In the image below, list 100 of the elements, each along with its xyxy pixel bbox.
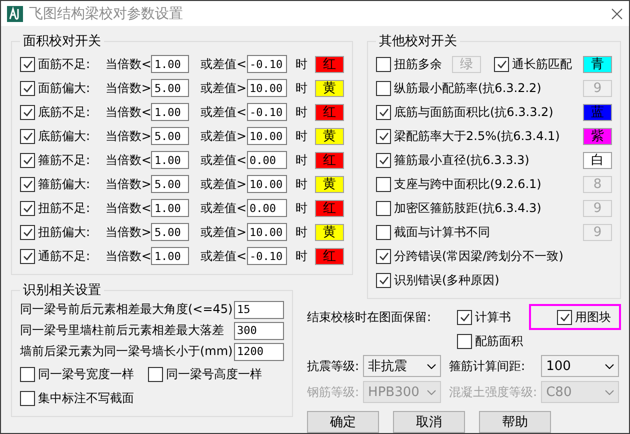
input-field[interactable]: 1.00 — [151, 103, 190, 121]
checkbox[interactable] — [20, 56, 35, 72]
color-swatch[interactable]: 青 — [583, 56, 612, 72]
checkmark-icon — [22, 252, 32, 260]
color-swatch[interactable]: 黄 — [315, 224, 344, 240]
close-icon[interactable] — [611, 8, 623, 20]
unit-label: 时 — [296, 200, 308, 216]
checkbox-label[interactable]: 同一梁号宽度一样 — [38, 366, 134, 382]
checkbox-label[interactable]: 扭筋偏大: — [38, 224, 106, 240]
checkbox-label[interactable]: 箍筋最小直径(抗6.3.3.3) — [394, 152, 583, 168]
checkbox[interactable] — [376, 200, 391, 216]
checkbox-label[interactable]: 用图块 — [575, 308, 611, 326]
input-field[interactable]: 5.00 — [151, 79, 190, 97]
difference-label: 或差值< — [200, 56, 246, 72]
checkbox-label[interactable]: 集中标注不写截面 — [38, 390, 134, 406]
input-field[interactable]: 10.00 — [246, 223, 286, 241]
color-swatch[interactable]: 白 — [583, 152, 612, 168]
checkbox[interactable] — [20, 80, 35, 96]
input-field[interactable]: -0.10 — [246, 247, 286, 265]
color-swatch[interactable]: 黄 — [315, 176, 344, 192]
checkbox-label[interactable]: 同一梁号高度一样 — [166, 366, 262, 382]
input-field[interactable]: 1.00 — [151, 247, 190, 265]
checkbox[interactable] — [20, 128, 35, 144]
checkbox[interactable] — [20, 224, 35, 240]
checkbox[interactable] — [557, 310, 572, 324]
checkbox-label[interactable]: 计算书 — [475, 308, 511, 326]
dropdown[interactable]: 100 — [541, 355, 620, 377]
checkmark-icon — [22, 84, 32, 92]
dropdown[interactable]: 非抗震 — [363, 355, 442, 377]
dialog-button[interactable]: 取消 — [393, 411, 465, 433]
checkbox-label[interactable]: 底筋不足: — [38, 104, 106, 120]
input-field[interactable]: 1200 — [234, 342, 284, 360]
color-swatch[interactable]: 红 — [315, 200, 344, 216]
checkbox-label[interactable]: 配筋面积 — [475, 332, 523, 350]
checkbox[interactable] — [148, 366, 163, 382]
input-field[interactable]: 0.00 — [246, 199, 286, 217]
checkbox-label[interactable]: 支座与跨中面积比(9.2.6.1) — [394, 176, 583, 192]
input-field[interactable]: 10.00 — [246, 175, 286, 193]
input-field[interactable]: 5.00 — [151, 175, 190, 193]
checkbox-label[interactable]: 通长筋匹配 — [512, 56, 583, 72]
input-field[interactable]: 1.00 — [151, 151, 190, 169]
checkbox[interactable] — [376, 128, 391, 144]
dialog-button[interactable]: 帮助 — [479, 411, 551, 433]
input-field[interactable]: -0.10 — [246, 55, 286, 73]
color-swatch[interactable]: 黄 — [315, 80, 344, 96]
input-field[interactable]: 1.00 — [151, 55, 190, 73]
unit-label: 时 — [296, 128, 308, 144]
checkbox-label[interactable]: 扭筋多余 — [394, 56, 452, 72]
checkbox[interactable] — [20, 248, 35, 264]
checkbox[interactable] — [20, 104, 35, 120]
checkbox[interactable] — [376, 224, 391, 240]
setting-label: 同一梁号里墙柱前后元素相差最大落差 — [20, 322, 225, 339]
checkbox-label[interactable]: 加密区箍筋肢距(抗6.3.4.3) — [394, 200, 583, 216]
input-field[interactable]: 10.00 — [246, 79, 286, 97]
color-swatch[interactable]: 紫 — [583, 128, 612, 144]
checkbox[interactable] — [20, 200, 35, 216]
input-field[interactable]: 10.00 — [246, 127, 286, 145]
checkbox[interactable] — [457, 334, 472, 348]
input-field[interactable]: 0.00 — [246, 151, 286, 169]
checkbox-label[interactable]: 面筋不足: — [38, 56, 106, 72]
input-field[interactable]: -0.10 — [246, 103, 286, 121]
checkbox[interactable] — [376, 80, 391, 96]
checkbox-label[interactable]: 扭筋不足: — [38, 200, 106, 216]
color-swatch[interactable]: 红 — [315, 56, 344, 72]
checkbox[interactable] — [376, 272, 391, 288]
input-field[interactable]: 300 — [234, 322, 284, 340]
checkbox[interactable] — [20, 390, 35, 406]
checkbox[interactable] — [20, 176, 35, 192]
input-field[interactable]: 5.00 — [151, 223, 190, 241]
chevron-down-icon — [427, 364, 436, 368]
checkbox-label[interactable]: 底筋偏大: — [38, 128, 106, 144]
checkbox-label[interactable]: 底筋与面筋面积比(抗6.3.3.2) — [394, 104, 583, 120]
checkbox-label[interactable]: 纵筋最小配筋率(抗6.3.2.2) — [394, 80, 583, 96]
checkbox[interactable] — [457, 310, 472, 324]
checkbox[interactable] — [376, 104, 391, 120]
checkbox-label[interactable]: 箍筋不足: — [38, 152, 106, 168]
ratio-label: 当倍数> — [105, 224, 152, 240]
color-swatch[interactable]: 黄 — [315, 128, 344, 144]
input-field[interactable]: 15 — [234, 300, 284, 318]
input-field[interactable]: 5.00 — [151, 127, 190, 145]
color-swatch[interactable]: 红 — [315, 152, 344, 168]
checkbox-label[interactable]: 分跨错误(常因梁/跨划分不一致) — [394, 248, 612, 264]
checkbox-label[interactable]: 面筋偏大: — [38, 80, 106, 96]
checkbox-label[interactable]: 识别错误(多种原因) — [394, 272, 612, 288]
color-swatch[interactable]: 红 — [315, 248, 344, 264]
checkbox[interactable] — [376, 248, 391, 264]
checkbox[interactable] — [376, 152, 391, 168]
checkbox-label[interactable]: 梁配筋率大于2.5%(抗6.3.4.1) — [394, 128, 583, 144]
checkbox[interactable] — [376, 56, 391, 72]
checkbox[interactable] — [376, 176, 391, 192]
checkbox-label[interactable]: 通筋不足: — [38, 248, 106, 264]
checkbox[interactable] — [494, 56, 509, 72]
checkbox-label[interactable]: 截面与计算书不同 — [394, 224, 583, 240]
checkbox[interactable] — [20, 152, 35, 168]
dialog-button[interactable]: 确定 — [307, 411, 379, 433]
checkbox[interactable] — [20, 366, 35, 382]
input-field[interactable]: 1.00 — [151, 199, 190, 217]
color-swatch[interactable]: 红 — [315, 104, 344, 120]
setting-label: 同一梁号前后元素相差最大角度(<=45) — [20, 301, 234, 318]
checkbox-label[interactable]: 箍筋偏大: — [38, 176, 106, 192]
